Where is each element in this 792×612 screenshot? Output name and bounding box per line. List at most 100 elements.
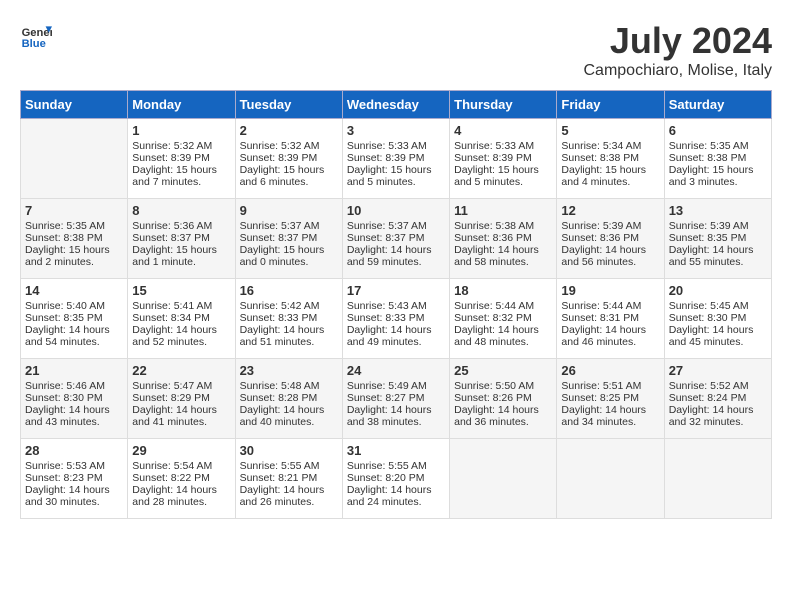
- month-year-title: July 2024: [583, 20, 772, 62]
- sunrise-text: Sunrise: 5:46 AM: [25, 380, 123, 392]
- col-header-friday: Friday: [557, 91, 664, 119]
- col-header-wednesday: Wednesday: [342, 91, 449, 119]
- calendar-cell: 17Sunrise: 5:43 AMSunset: 8:33 PMDayligh…: [342, 279, 449, 359]
- sunset-text: Sunset: 8:28 PM: [240, 392, 338, 404]
- daylight-text: Daylight: 15 hours and 2 minutes.: [25, 244, 123, 268]
- day-number: 6: [669, 123, 767, 138]
- col-header-tuesday: Tuesday: [235, 91, 342, 119]
- calendar-cell: 5Sunrise: 5:34 AMSunset: 8:38 PMDaylight…: [557, 119, 664, 199]
- sunrise-text: Sunrise: 5:33 AM: [347, 140, 445, 152]
- sunset-text: Sunset: 8:32 PM: [454, 312, 552, 324]
- calendar-cell: 23Sunrise: 5:48 AMSunset: 8:28 PMDayligh…: [235, 359, 342, 439]
- daylight-text: Daylight: 14 hours and 41 minutes.: [132, 404, 230, 428]
- sunrise-text: Sunrise: 5:44 AM: [454, 300, 552, 312]
- sunset-text: Sunset: 8:37 PM: [240, 232, 338, 244]
- day-number: 23: [240, 363, 338, 378]
- col-header-saturday: Saturday: [664, 91, 771, 119]
- daylight-text: Daylight: 14 hours and 51 minutes.: [240, 324, 338, 348]
- sunset-text: Sunset: 8:39 PM: [240, 152, 338, 164]
- daylight-text: Daylight: 15 hours and 7 minutes.: [132, 164, 230, 188]
- day-number: 14: [25, 283, 123, 298]
- calendar-cell: 3Sunrise: 5:33 AMSunset: 8:39 PMDaylight…: [342, 119, 449, 199]
- daylight-text: Daylight: 14 hours and 26 minutes.: [240, 484, 338, 508]
- sunrise-text: Sunrise: 5:49 AM: [347, 380, 445, 392]
- col-header-monday: Monday: [128, 91, 235, 119]
- daylight-text: Daylight: 14 hours and 48 minutes.: [454, 324, 552, 348]
- sunrise-text: Sunrise: 5:33 AM: [454, 140, 552, 152]
- day-number: 27: [669, 363, 767, 378]
- day-number: 8: [132, 203, 230, 218]
- calendar-cell: 24Sunrise: 5:49 AMSunset: 8:27 PMDayligh…: [342, 359, 449, 439]
- sunrise-text: Sunrise: 5:51 AM: [561, 380, 659, 392]
- calendar-cell: 4Sunrise: 5:33 AMSunset: 8:39 PMDaylight…: [450, 119, 557, 199]
- daylight-text: Daylight: 14 hours and 30 minutes.: [25, 484, 123, 508]
- calendar-week-row: 7Sunrise: 5:35 AMSunset: 8:38 PMDaylight…: [21, 199, 772, 279]
- sunset-text: Sunset: 8:38 PM: [669, 152, 767, 164]
- sunset-text: Sunset: 8:33 PM: [347, 312, 445, 324]
- day-number: 10: [347, 203, 445, 218]
- sunset-text: Sunset: 8:22 PM: [132, 472, 230, 484]
- calendar-cell: [21, 119, 128, 199]
- sunset-text: Sunset: 8:39 PM: [454, 152, 552, 164]
- calendar-cell: 30Sunrise: 5:55 AMSunset: 8:21 PMDayligh…: [235, 439, 342, 519]
- daylight-text: Daylight: 14 hours and 28 minutes.: [132, 484, 230, 508]
- calendar-cell: 25Sunrise: 5:50 AMSunset: 8:26 PMDayligh…: [450, 359, 557, 439]
- daylight-text: Daylight: 14 hours and 58 minutes.: [454, 244, 552, 268]
- day-number: 17: [347, 283, 445, 298]
- svg-text:Blue: Blue: [22, 38, 46, 50]
- sunset-text: Sunset: 8:27 PM: [347, 392, 445, 404]
- calendar-cell: 10Sunrise: 5:37 AMSunset: 8:37 PMDayligh…: [342, 199, 449, 279]
- day-number: 21: [25, 363, 123, 378]
- calendar-header-row: SundayMondayTuesdayWednesdayThursdayFrid…: [21, 91, 772, 119]
- sunset-text: Sunset: 8:39 PM: [132, 152, 230, 164]
- sunset-text: Sunset: 8:36 PM: [454, 232, 552, 244]
- day-number: 20: [669, 283, 767, 298]
- daylight-text: Daylight: 14 hours and 24 minutes.: [347, 484, 445, 508]
- daylight-text: Daylight: 14 hours and 49 minutes.: [347, 324, 445, 348]
- day-number: 28: [25, 443, 123, 458]
- daylight-text: Daylight: 14 hours and 46 minutes.: [561, 324, 659, 348]
- sunset-text: Sunset: 8:37 PM: [347, 232, 445, 244]
- daylight-text: Daylight: 15 hours and 0 minutes.: [240, 244, 338, 268]
- daylight-text: Daylight: 15 hours and 4 minutes.: [561, 164, 659, 188]
- day-number: 30: [240, 443, 338, 458]
- calendar-week-row: 21Sunrise: 5:46 AMSunset: 8:30 PMDayligh…: [21, 359, 772, 439]
- col-header-sunday: Sunday: [21, 91, 128, 119]
- sunrise-text: Sunrise: 5:35 AM: [25, 220, 123, 232]
- day-number: 18: [454, 283, 552, 298]
- daylight-text: Daylight: 15 hours and 5 minutes.: [347, 164, 445, 188]
- sunrise-text: Sunrise: 5:38 AM: [454, 220, 552, 232]
- day-number: 31: [347, 443, 445, 458]
- sunset-text: Sunset: 8:33 PM: [240, 312, 338, 324]
- page-header: General Blue July 2024 Campochiaro, Moli…: [20, 20, 772, 80]
- calendar-cell: [450, 439, 557, 519]
- day-number: 22: [132, 363, 230, 378]
- calendar-cell: 8Sunrise: 5:36 AMSunset: 8:37 PMDaylight…: [128, 199, 235, 279]
- daylight-text: Daylight: 14 hours and 55 minutes.: [669, 244, 767, 268]
- sunset-text: Sunset: 8:25 PM: [561, 392, 659, 404]
- logo: General Blue: [20, 20, 52, 52]
- sunrise-text: Sunrise: 5:47 AM: [132, 380, 230, 392]
- daylight-text: Daylight: 15 hours and 5 minutes.: [454, 164, 552, 188]
- col-header-thursday: Thursday: [450, 91, 557, 119]
- sunset-text: Sunset: 8:35 PM: [669, 232, 767, 244]
- daylight-text: Daylight: 14 hours and 56 minutes.: [561, 244, 659, 268]
- sunrise-text: Sunrise: 5:52 AM: [669, 380, 767, 392]
- sunrise-text: Sunrise: 5:44 AM: [561, 300, 659, 312]
- daylight-text: Daylight: 14 hours and 43 minutes.: [25, 404, 123, 428]
- daylight-text: Daylight: 15 hours and 1 minute.: [132, 244, 230, 268]
- sunset-text: Sunset: 8:20 PM: [347, 472, 445, 484]
- sunrise-text: Sunrise: 5:48 AM: [240, 380, 338, 392]
- sunset-text: Sunset: 8:38 PM: [561, 152, 659, 164]
- calendar-cell: 22Sunrise: 5:47 AMSunset: 8:29 PMDayligh…: [128, 359, 235, 439]
- logo-icon: General Blue: [20, 20, 52, 52]
- sunrise-text: Sunrise: 5:55 AM: [347, 460, 445, 472]
- sunrise-text: Sunrise: 5:36 AM: [132, 220, 230, 232]
- daylight-text: Daylight: 14 hours and 34 minutes.: [561, 404, 659, 428]
- day-number: 13: [669, 203, 767, 218]
- day-number: 19: [561, 283, 659, 298]
- daylight-text: Daylight: 14 hours and 38 minutes.: [347, 404, 445, 428]
- daylight-text: Daylight: 14 hours and 45 minutes.: [669, 324, 767, 348]
- sunrise-text: Sunrise: 5:55 AM: [240, 460, 338, 472]
- daylight-text: Daylight: 14 hours and 52 minutes.: [132, 324, 230, 348]
